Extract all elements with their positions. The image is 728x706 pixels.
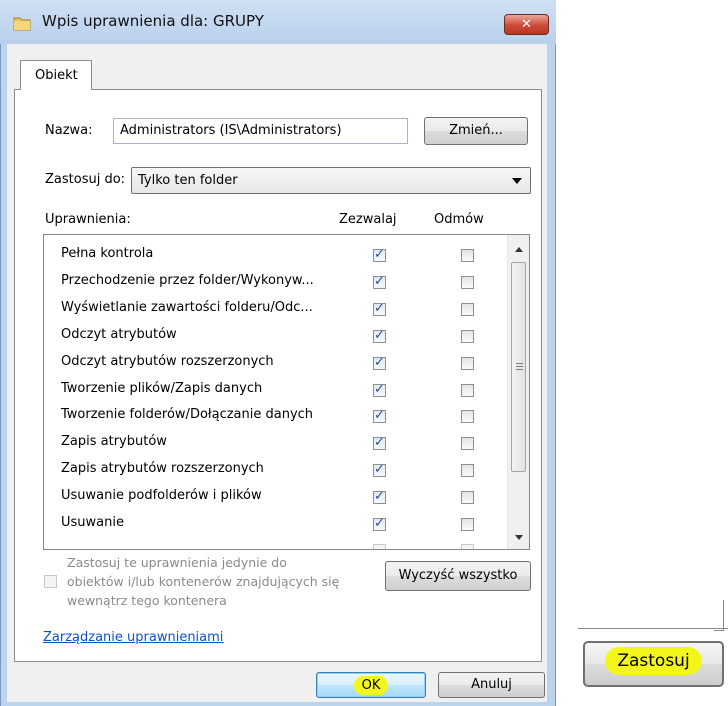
vertical-scrollbar[interactable] bbox=[507, 235, 529, 549]
deny-checkbox[interactable] bbox=[461, 249, 474, 262]
permission-row: Usuwanie bbox=[44, 511, 506, 537]
allow-checkbox[interactable] bbox=[373, 301, 386, 316]
deny-checkbox-partial bbox=[461, 544, 474, 549]
allow-checkbox[interactable] bbox=[373, 328, 386, 343]
scroll-up-icon[interactable] bbox=[515, 247, 523, 252]
deny-checkbox[interactable] bbox=[461, 518, 474, 531]
name-label: Nazwa: bbox=[45, 123, 93, 138]
permissions-list[interactable]: Pełna kontrola Przechodzenie przez folder… bbox=[43, 234, 530, 550]
deny-checkbox[interactable] bbox=[461, 356, 474, 370]
permission-label: Zapis atrybutów rozszerzonych bbox=[61, 461, 264, 477]
apply-to-label: Zastosuj do: bbox=[45, 172, 126, 187]
deny-column-header: Odmów bbox=[434, 212, 484, 227]
apply-to-value: Tylko ten folder bbox=[138, 173, 238, 188]
allow-checkbox[interactable] bbox=[373, 355, 386, 370]
change-button[interactable]: Zmień... bbox=[424, 117, 528, 145]
chevron-down-icon bbox=[512, 178, 522, 184]
clear-all-button[interactable]: Wyczyść wszystko bbox=[385, 561, 531, 591]
permissions-header: Uprawnienia: bbox=[45, 212, 131, 227]
apply-label: Zastosuj bbox=[605, 647, 702, 675]
allow-checkbox[interactable] bbox=[373, 435, 386, 451]
apply-to-select[interactable]: Tylko ten folder bbox=[131, 167, 531, 194]
permission-label: Wyświetlanie zawartości folderu/Odc... bbox=[61, 299, 313, 315]
allow-checkbox[interactable] bbox=[373, 382, 386, 397]
scrollbar-thumb[interactable] bbox=[511, 262, 526, 472]
apply-button[interactable]: Zastosuj bbox=[583, 641, 724, 687]
permission-label: Odczyt atrybutów rozszerzonych bbox=[61, 353, 274, 369]
scroll-down-icon[interactable] bbox=[515, 535, 523, 540]
inherit-text-line3: wewnątrz tego kontenera bbox=[67, 593, 227, 608]
ok-label: OK bbox=[353, 676, 389, 695]
inherit-text-line1: Zastosuj te uprawnienia jedynie do bbox=[67, 555, 287, 570]
permission-row: Zapis atrybutów rozszerzonych bbox=[44, 457, 506, 483]
close-icon: ✕ bbox=[521, 17, 532, 32]
inherit-text-line2: obiektów i/lub kontenerów znajdujących s… bbox=[67, 574, 340, 589]
permission-row: Zapis atrybutów bbox=[44, 430, 506, 456]
allow-checkbox[interactable] bbox=[373, 247, 386, 262]
permission-row: Odczyt atrybutów rozszerzonych bbox=[44, 350, 506, 376]
grip-line bbox=[516, 363, 523, 364]
allow-checkbox[interactable] bbox=[373, 408, 386, 424]
deny-checkbox[interactable] bbox=[461, 491, 474, 505]
deny-checkbox[interactable] bbox=[461, 410, 474, 424]
permission-row: Tworzenie folderów/Dołączanie danych bbox=[44, 403, 506, 429]
permission-label: Przechodzenie przez folder/Wykonyw... bbox=[61, 272, 314, 288]
deny-checkbox[interactable] bbox=[461, 383, 474, 397]
divider bbox=[578, 628, 728, 629]
deny-checkbox[interactable] bbox=[461, 437, 474, 451]
permission-label: Odczyt atrybutów bbox=[61, 326, 177, 342]
deny-checkbox[interactable] bbox=[461, 275, 474, 289]
allow-checkbox[interactable] bbox=[373, 274, 386, 289]
permission-label: Zapis atrybutów bbox=[61, 434, 167, 450]
permission-label: Tworzenie folderów/Dołączanie danych bbox=[61, 407, 314, 423]
name-field[interactable]: Administrators (IS\Administrators) bbox=[113, 118, 408, 144]
permission-row: Odczyt atrybutów bbox=[44, 323, 506, 349]
permission-row: Tworzenie plików/Zapis danych bbox=[44, 377, 506, 403]
permission-label: Tworzenie plików/Zapis danych bbox=[61, 380, 263, 396]
grip-line bbox=[516, 369, 523, 370]
close-button[interactable]: ✕ bbox=[504, 14, 549, 35]
tab-label: Obiekt bbox=[35, 68, 78, 83]
deny-checkbox[interactable] bbox=[461, 302, 474, 316]
manage-permissions-link[interactable]: Zarządzanie uprawnieniami bbox=[43, 630, 223, 645]
permission-row: Wyświetlanie zawartości folderu/Odc... bbox=[44, 296, 506, 322]
allow-column-header: Zezwalaj bbox=[339, 212, 397, 227]
permission-label: Usuwanie podfolderów i plików bbox=[61, 488, 262, 504]
deny-checkbox[interactable] bbox=[461, 464, 474, 478]
name-value: Administrators (IS\Administrators) bbox=[120, 123, 342, 138]
tab-obiekt[interactable]: Obiekt bbox=[20, 60, 92, 90]
permission-row: Pełna kontrola bbox=[44, 242, 506, 268]
inherit-checkbox[interactable] bbox=[44, 575, 57, 588]
deny-checkbox[interactable] bbox=[461, 329, 474, 343]
folder-icon bbox=[13, 17, 31, 31]
permission-label: Usuwanie bbox=[61, 515, 124, 530]
ok-button[interactable]: OK bbox=[316, 672, 426, 698]
permission-row: Usuwanie podfolderów i plików bbox=[44, 484, 506, 510]
permission-row: Przechodzenie przez folder/Wykonyw... bbox=[44, 269, 506, 295]
allow-checkbox[interactable] bbox=[373, 516, 386, 531]
permission-label: Pełna kontrola bbox=[61, 246, 154, 261]
cancel-button[interactable]: Anuluj bbox=[438, 672, 545, 698]
grip-line bbox=[516, 366, 523, 367]
window-corner-fragment bbox=[714, 600, 724, 631]
window-title: Wpis uprawnienia dla: GRUPY bbox=[42, 12, 264, 30]
allow-checkbox-partial bbox=[373, 544, 386, 549]
allow-checkbox[interactable] bbox=[373, 462, 386, 478]
allow-checkbox[interactable] bbox=[373, 489, 386, 505]
